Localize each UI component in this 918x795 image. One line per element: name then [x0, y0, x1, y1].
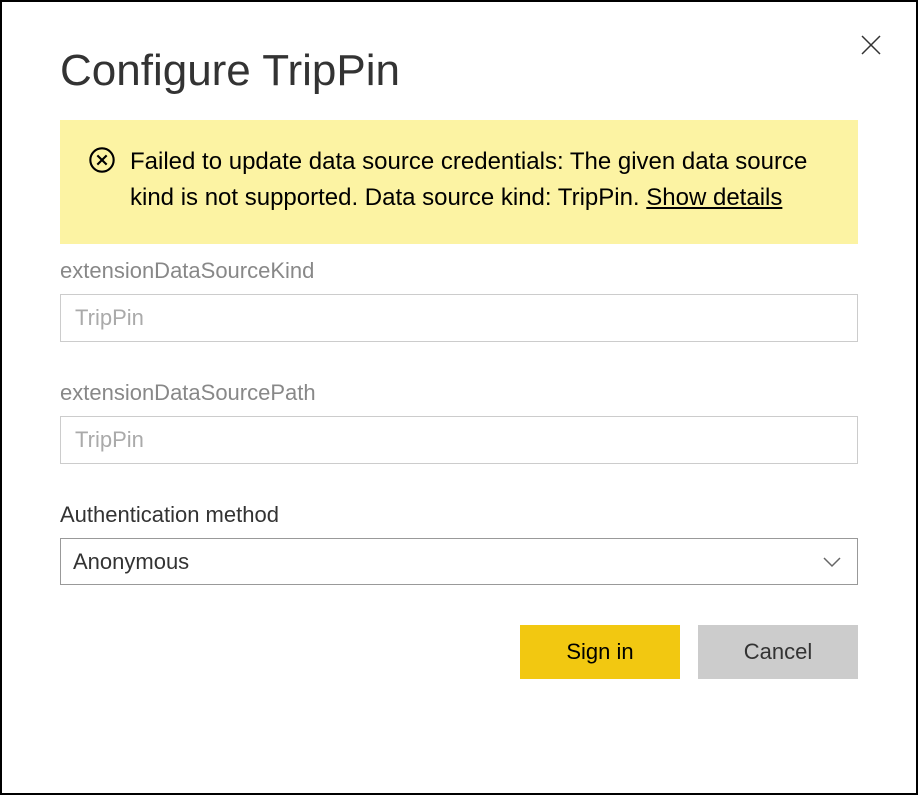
error-message: Failed to update data source credentials…	[130, 144, 830, 216]
cancel-button[interactable]: Cancel	[698, 625, 858, 679]
field-auth: Authentication method Anonymous	[60, 488, 858, 585]
error-icon	[88, 146, 116, 174]
configure-dialog: Configure TripPin Failed to update data …	[0, 0, 918, 795]
dialog-title: Configure TripPin	[2, 2, 916, 120]
field-path-input[interactable]	[60, 416, 858, 464]
close-icon	[859, 33, 883, 57]
button-row: Sign in Cancel	[60, 625, 858, 679]
show-details-link[interactable]: Show details	[646, 184, 782, 211]
field-kind-label: extensionDataSourceKind	[60, 258, 858, 284]
field-kind-input[interactable]	[60, 294, 858, 342]
field-kind: extensionDataSourceKind	[60, 244, 858, 342]
error-banner: Failed to update data source credentials…	[60, 120, 858, 244]
sign-in-button[interactable]: Sign in	[520, 625, 680, 679]
field-path-label: extensionDataSourcePath	[60, 380, 858, 406]
field-path: extensionDataSourcePath	[60, 366, 858, 464]
auth-method-select[interactable]: Anonymous	[60, 538, 858, 585]
close-button[interactable]	[856, 30, 886, 60]
field-auth-label: Authentication method	[60, 502, 858, 528]
